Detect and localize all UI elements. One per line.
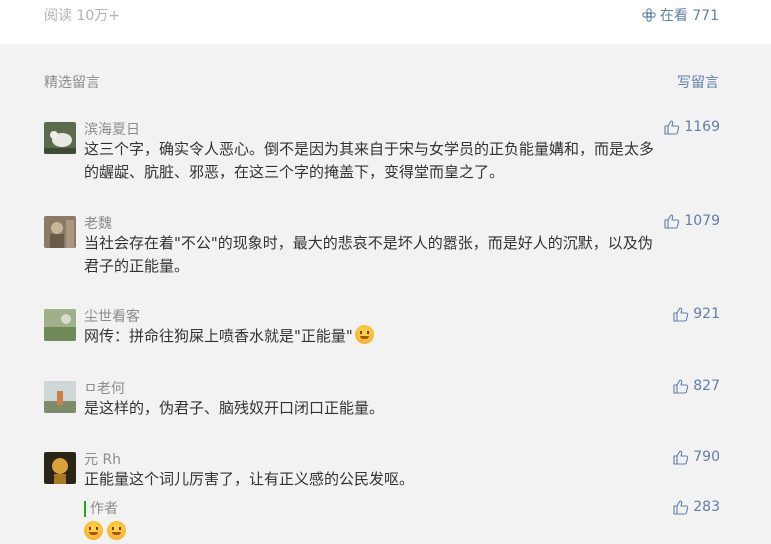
- like-button[interactable]: 790: [673, 449, 720, 465]
- comment-nickname[interactable]: ㅁ老何: [84, 378, 125, 398]
- avatar[interactable]: [44, 122, 76, 154]
- thumbs-up-icon: [664, 119, 680, 135]
- avatar[interactable]: [44, 309, 76, 341]
- avatar[interactable]: [44, 381, 76, 413]
- comment-line: 是这样的，伪君子、脑残奴开口闭口正能量。: [84, 399, 385, 417]
- thumbs-up-icon: [673, 499, 689, 515]
- comment-nickname[interactable]: 元 Rh: [84, 449, 121, 469]
- like-button[interactable]: 921: [673, 306, 720, 322]
- author-reply-text: [84, 521, 126, 540]
- like-button[interactable]: 827: [673, 378, 720, 394]
- avatar[interactable]: [44, 452, 76, 484]
- article-stats-bar: 阅读 10万+ 在看 771: [0, 0, 771, 44]
- comment-line: 网传：拼命往狗屎上喷香水就是"正能量": [84, 327, 353, 345]
- comment-nickname[interactable]: 尘世看客: [84, 306, 140, 326]
- grin-emoji-icon: [354, 325, 374, 344]
- like-button[interactable]: 1169: [664, 119, 720, 135]
- comment-nickname[interactable]: 老魏: [84, 213, 112, 233]
- comment-text: 正能量这个词儿厉害了，让有正义感的公民发呕。: [84, 468, 720, 491]
- comment-text: 这三个字，确实令人恶心。倒不是因为其来自于宋与女学员的正负能量媾和，而是太多 的…: [84, 138, 720, 184]
- like-count: 283: [693, 499, 720, 515]
- like-button[interactable]: 1079: [664, 213, 720, 229]
- thinking-emoji-icon: [107, 521, 126, 540]
- comment-text: 网传：拼命往狗屎上喷香水就是"正能量": [84, 325, 720, 348]
- thumbs-up-icon: [673, 449, 689, 465]
- comment-line: 当社会存在着"不公"的现象时，最大的悲哀不是坏人的嚣张，而是好人的沉默，以及伪: [84, 234, 653, 252]
- author-label: 作者: [84, 501, 118, 517]
- comment-nickname[interactable]: 滨海夏日: [84, 119, 140, 139]
- write-comment-link[interactable]: 写留言: [677, 72, 719, 92]
- like-count: 1079: [684, 213, 720, 229]
- thumbs-up-icon: [664, 213, 680, 229]
- thumbs-up-icon: [673, 306, 689, 322]
- thinking-emoji-icon: [84, 521, 103, 540]
- flower-icon: [642, 8, 656, 22]
- like-count: 790: [693, 449, 720, 465]
- like-count: 1169: [684, 119, 720, 135]
- like-button[interactable]: 283: [673, 499, 720, 515]
- comment-line: 的龌龊、肮脏、邪恶，在这三个字的掩盖下，变得堂而皇之了。: [84, 163, 505, 181]
- comment-line: 君子的正能量。: [84, 257, 190, 275]
- watching-button[interactable]: 在看 771: [642, 5, 719, 25]
- featured-comments-title: 精选留言: [44, 75, 100, 91]
- comment-line: 正能量这个词儿厉害了，让有正义感的公民发呕。: [84, 470, 415, 488]
- comment-text: 当社会存在着"不公"的现象时，最大的悲哀不是坏人的嚣张，而是好人的沉默，以及伪 …: [84, 232, 720, 278]
- comment-line: 这三个字，确实令人恶心。倒不是因为其来自于宋与女学员的正负能量媾和，而是太多: [84, 140, 655, 158]
- thumbs-up-icon: [673, 378, 689, 394]
- avatar[interactable]: [44, 216, 76, 248]
- read-count: 阅读 10万+: [44, 8, 120, 24]
- like-count: 827: [693, 378, 720, 394]
- like-count: 921: [693, 306, 720, 322]
- comment-text: 是这样的，伪君子、脑残奴开口闭口正能量。: [84, 397, 720, 420]
- watching-label: 在看 771: [659, 8, 719, 24]
